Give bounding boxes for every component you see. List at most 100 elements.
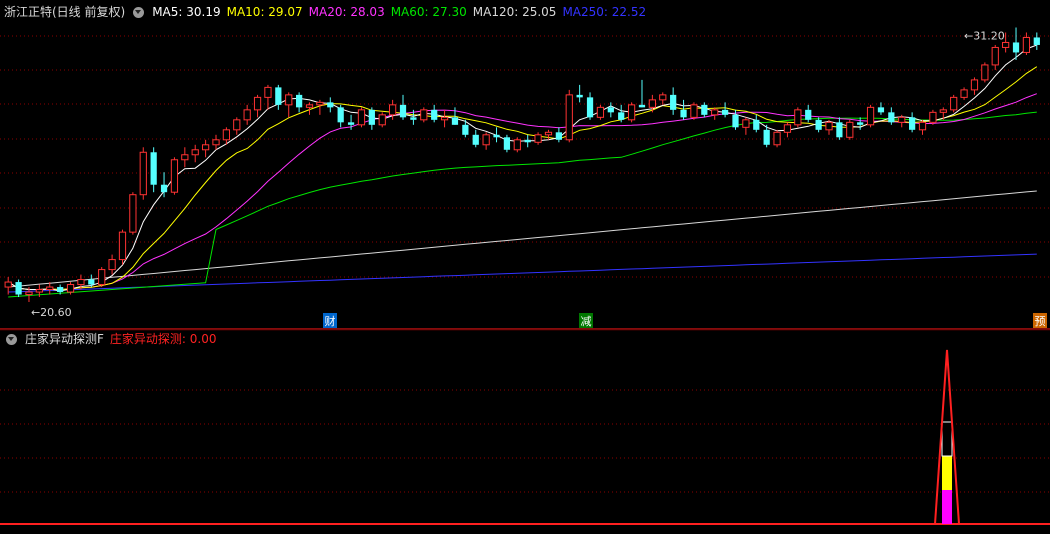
candle-body	[253, 96, 262, 111]
candle	[46, 282, 54, 295]
candle	[327, 97, 334, 113]
event-marker-text: 预	[1035, 315, 1046, 328]
ma20-label: MA20: 28.03	[308, 5, 385, 19]
candle-body	[88, 279, 95, 285]
candle-body	[150, 152, 157, 185]
candle	[150, 147, 157, 193]
candle	[596, 104, 605, 120]
candle	[118, 229, 127, 265]
candle-body	[596, 106, 605, 118]
candle-body	[357, 109, 366, 126]
candle	[264, 84, 272, 110]
candle-body	[794, 109, 802, 126]
candle-body	[25, 291, 33, 296]
candle	[638, 79, 646, 108]
candle	[825, 119, 833, 135]
candle-body	[877, 107, 885, 113]
candle	[170, 157, 179, 195]
candle-body	[295, 94, 303, 108]
candle	[586, 92, 594, 120]
candle-body	[440, 116, 449, 121]
candle-body	[981, 64, 989, 81]
candle-body	[181, 154, 189, 161]
candle-body	[544, 131, 553, 136]
candle-body	[139, 151, 147, 196]
candle	[503, 134, 511, 153]
candle-body	[888, 112, 895, 123]
candle	[670, 87, 677, 115]
candle	[648, 94, 656, 113]
event-marker: 预	[1033, 313, 1047, 328]
candle-body	[659, 94, 667, 101]
candle	[524, 134, 531, 148]
candle-body	[680, 109, 687, 118]
ma5-line	[7, 44, 1037, 292]
candle-body	[482, 134, 490, 146]
candle	[950, 94, 958, 113]
candle	[337, 104, 344, 128]
candle	[627, 102, 636, 123]
ma10-line	[7, 66, 1038, 291]
ma-toggle-icon[interactable]	[133, 6, 145, 18]
candle-body	[742, 119, 750, 128]
spike-bar-yellow	[942, 456, 952, 490]
candle-body	[389, 104, 397, 116]
candle	[794, 107, 802, 128]
ma250-label: MA250: 22.52	[562, 5, 647, 19]
ma60-line	[8, 111, 1037, 298]
stock-chart[interactable]: ←31.20 ←20.60 财 减 预	[0, 0, 1050, 534]
candle-body	[970, 79, 979, 91]
candle-body	[555, 132, 562, 140]
spike-bar-magenta	[942, 490, 952, 524]
candle	[493, 127, 500, 143]
indicator-header: 庄家异动探测F 庄家异动探测: 0.00	[4, 331, 216, 347]
candle	[357, 107, 366, 128]
candle-body	[618, 112, 625, 120]
chart-header: 浙江正特(日线 前复权) MA5: 30.19 MA10: 29.07 MA20…	[4, 4, 646, 20]
candle-body	[493, 134, 500, 138]
candle	[742, 117, 750, 135]
candle-body	[170, 159, 179, 193]
indicator-toggle-icon[interactable]	[6, 333, 17, 345]
candle	[212, 134, 220, 150]
candle-body	[638, 104, 646, 108]
candle-body	[316, 101, 324, 106]
candle	[440, 109, 449, 128]
candle-body	[1002, 41, 1010, 48]
candle	[970, 77, 979, 95]
candle	[98, 267, 106, 288]
candle	[721, 102, 729, 118]
candle	[929, 109, 937, 125]
candle-body	[805, 109, 812, 120]
candle	[565, 89, 573, 143]
candle	[368, 107, 375, 130]
candle-body	[118, 231, 127, 261]
candle	[888, 107, 895, 125]
candle	[534, 132, 542, 145]
candle	[857, 117, 864, 130]
candle	[836, 117, 843, 140]
candle	[139, 147, 147, 200]
candle	[783, 122, 792, 138]
candle-body	[233, 119, 241, 131]
candle	[431, 104, 438, 123]
indicator-value: 庄家异动探测: 0.00	[109, 332, 217, 346]
candle-body	[1022, 36, 1031, 53]
ma5-label: MA5: 30.19	[152, 5, 221, 19]
candle-body	[201, 144, 210, 151]
candle	[243, 104, 251, 125]
candle-body	[783, 124, 792, 133]
candle-body	[690, 104, 698, 118]
candle	[960, 87, 968, 100]
stock-title: 浙江正特(日线 前复权)	[4, 5, 126, 19]
candle-body	[773, 131, 781, 146]
candle	[181, 147, 189, 168]
ma10-label: MA10: 29.07	[226, 5, 303, 19]
candle-body	[565, 94, 573, 141]
candle-body	[305, 104, 314, 108]
candle-body	[57, 287, 64, 293]
candle	[981, 62, 989, 83]
indicator-panel	[0, 349, 1050, 525]
candle-body	[607, 107, 614, 113]
candle	[815, 117, 822, 133]
